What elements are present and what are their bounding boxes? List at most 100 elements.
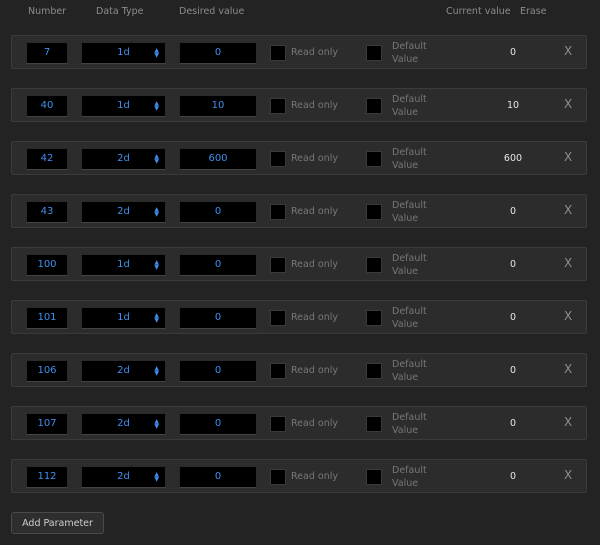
read-only-checkbox[interactable] xyxy=(270,416,286,432)
up-down-chevron-icon: ▲ ▼ xyxy=(154,471,159,483)
number-input[interactable]: 43 xyxy=(26,201,68,223)
number-input[interactable]: 42 xyxy=(26,148,68,170)
up-down-chevron-icon: ▲ ▼ xyxy=(154,418,159,430)
read-only-label: Read only xyxy=(291,206,338,217)
data-type-select[interactable]: 2d ▲ ▼ xyxy=(81,360,166,382)
read-only-checkbox[interactable] xyxy=(270,469,286,485)
parameter-row: 42 2d ▲ ▼ 600 Read only Default Value 600 X xyxy=(11,141,587,175)
add-parameter-button[interactable]: Add Parameter xyxy=(11,512,104,534)
number-input[interactable]: 112 xyxy=(26,466,68,488)
desired-value-input[interactable]: 0 xyxy=(179,201,257,223)
erase-button[interactable]: X xyxy=(564,44,572,58)
erase-button[interactable]: X xyxy=(564,256,572,270)
default-label-line2: Value xyxy=(392,107,419,118)
desired-value-input[interactable]: 0 xyxy=(179,307,257,329)
default-value-label: Default Value xyxy=(392,199,442,225)
desired-value: 600 xyxy=(208,153,228,164)
data-type-value: 2d xyxy=(117,418,130,429)
desired-value: 0 xyxy=(214,206,222,217)
data-type-select[interactable]: 2d ▲ ▼ xyxy=(81,466,166,488)
data-type-select[interactable]: 1d ▲ ▼ xyxy=(81,42,166,64)
data-type-select[interactable]: 1d ▲ ▼ xyxy=(81,95,166,117)
desired-value-input[interactable]: 0 xyxy=(179,360,257,382)
default-label-line2: Value xyxy=(392,213,419,224)
header-erase: Erase xyxy=(520,6,547,17)
read-only-checkbox[interactable] xyxy=(270,363,286,379)
number-input[interactable]: 101 xyxy=(26,307,68,329)
read-only-checkbox[interactable] xyxy=(270,257,286,273)
read-only-checkbox[interactable] xyxy=(270,204,286,220)
default-value-label: Default Value xyxy=(392,305,442,331)
default-label-line2: Value xyxy=(392,425,419,436)
read-only-checkbox[interactable] xyxy=(270,310,286,326)
header-data-type: Data Type xyxy=(96,6,144,17)
default-value-checkbox[interactable] xyxy=(366,310,382,326)
number-input[interactable]: 100 xyxy=(26,254,68,276)
erase-button[interactable]: X xyxy=(564,203,572,217)
default-value-checkbox[interactable] xyxy=(366,45,382,61)
data-type-select[interactable]: 2d ▲ ▼ xyxy=(81,413,166,435)
default-label-line1: Default xyxy=(392,94,427,105)
data-type-value: 1d xyxy=(117,100,130,111)
erase-button[interactable]: X xyxy=(564,362,572,376)
desired-value-input[interactable]: 600 xyxy=(179,148,257,170)
number-input[interactable]: 107 xyxy=(26,413,68,435)
default-value-checkbox[interactable] xyxy=(366,257,382,273)
default-label-line2: Value xyxy=(392,160,419,171)
up-down-chevron-icon: ▲ ▼ xyxy=(154,206,159,218)
default-value-label: Default Value xyxy=(392,464,442,490)
desired-value-input[interactable]: 0 xyxy=(179,466,257,488)
up-down-chevron-icon: ▲ ▼ xyxy=(154,365,159,377)
erase-button[interactable]: X xyxy=(564,415,572,429)
number-value: 42 xyxy=(40,153,54,164)
current-value: 0 xyxy=(509,471,517,482)
desired-value-input[interactable]: 10 xyxy=(179,95,257,117)
erase-button[interactable]: X xyxy=(564,309,572,323)
number-input[interactable]: 7 xyxy=(26,42,68,64)
erase-button[interactable]: X xyxy=(564,150,572,164)
default-label-line1: Default xyxy=(392,147,427,158)
parameter-row: 107 2d ▲ ▼ 0 Read only Default Value 0 X xyxy=(11,406,587,440)
current-value: 0 xyxy=(509,365,517,376)
number-value: 112 xyxy=(37,471,57,482)
default-value-checkbox[interactable] xyxy=(366,363,382,379)
number-input[interactable]: 40 xyxy=(26,95,68,117)
desired-value-input[interactable]: 0 xyxy=(179,413,257,435)
up-down-chevron-icon: ▲ ▼ xyxy=(154,47,159,59)
desired-value: 0 xyxy=(214,259,222,270)
erase-button[interactable]: X xyxy=(564,97,572,111)
default-label-line1: Default xyxy=(392,306,427,317)
read-only-checkbox[interactable] xyxy=(270,98,286,114)
desired-value-input[interactable]: 0 xyxy=(179,42,257,64)
data-type-select[interactable]: 1d ▲ ▼ xyxy=(81,254,166,276)
desired-value-input[interactable]: 0 xyxy=(179,254,257,276)
header-current-value: Current value xyxy=(446,6,511,17)
default-value-checkbox[interactable] xyxy=(366,469,382,485)
default-label-line1: Default xyxy=(392,253,427,264)
parameter-row: 112 2d ▲ ▼ 0 Read only Default Value 0 X xyxy=(11,459,587,493)
default-label-line2: Value xyxy=(392,266,419,277)
read-only-label: Read only xyxy=(291,259,338,270)
default-value-label: Default Value xyxy=(392,252,442,278)
read-only-checkbox[interactable] xyxy=(270,151,286,167)
data-type-value: 2d xyxy=(117,206,130,217)
current-value: 0 xyxy=(509,206,517,217)
data-type-select[interactable]: 2d ▲ ▼ xyxy=(81,201,166,223)
current-value: 600 xyxy=(503,153,523,164)
default-value-label: Default Value xyxy=(392,93,442,119)
data-type-select[interactable]: 2d ▲ ▼ xyxy=(81,148,166,170)
default-value-checkbox[interactable] xyxy=(366,416,382,432)
data-type-select[interactable]: 1d ▲ ▼ xyxy=(81,307,166,329)
desired-value: 0 xyxy=(214,47,222,58)
header-number: Number xyxy=(28,6,67,17)
default-value-checkbox[interactable] xyxy=(366,98,382,114)
erase-button[interactable]: X xyxy=(564,468,572,482)
up-down-chevron-icon: ▲ ▼ xyxy=(154,153,159,165)
number-input[interactable]: 106 xyxy=(26,360,68,382)
default-value-checkbox[interactable] xyxy=(366,204,382,220)
current-value: 10 xyxy=(506,100,520,111)
read-only-checkbox[interactable] xyxy=(270,45,286,61)
data-type-value: 1d xyxy=(117,312,130,323)
default-value-checkbox[interactable] xyxy=(366,151,382,167)
number-value: 43 xyxy=(40,206,54,217)
